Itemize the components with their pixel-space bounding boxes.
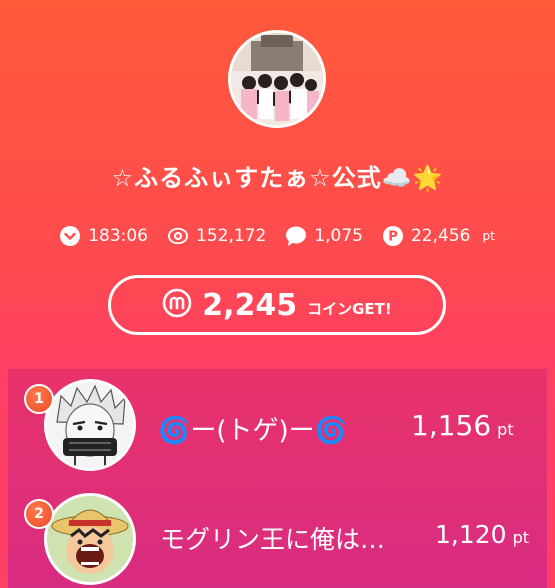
views-icon xyxy=(168,226,188,246)
ranking-row[interactable]: 2 モグリン王に俺は… 1,120 pt xyxy=(8,485,547,585)
rank-badge: 2 xyxy=(24,499,54,529)
group-photo-image xyxy=(231,33,323,125)
stat-time-value: 183:06 xyxy=(88,226,148,246)
stat-time: 183:06 xyxy=(60,226,148,246)
user-avatar[interactable] xyxy=(44,379,136,471)
user-points: 1,120 pt xyxy=(435,520,529,549)
user-points: 1,156 pt xyxy=(411,409,514,442)
profile-title: ☆ふるふぃすたぁ☆公式☁️🌟 xyxy=(111,164,444,192)
anime-character-image xyxy=(47,382,133,468)
rank-badge: 1 xyxy=(24,384,54,414)
stat-views: 152,172 xyxy=(168,226,266,246)
stat-comments: 1,075 xyxy=(286,226,363,246)
profile-avatar[interactable] xyxy=(228,30,326,128)
coin-amount: 2,245 xyxy=(202,287,298,323)
ranking-list: 1 🌀ー(トゲ)ー🌀 1,156 pt 2 モグリン王に俺は… 1,120 pt xyxy=(8,369,547,588)
ranking-row[interactable]: 1 🌀ー(トゲ)ー🌀 1,156 pt xyxy=(8,369,547,471)
user-name: モグリン王に俺は… xyxy=(160,525,386,554)
svg-text:P: P xyxy=(388,230,398,245)
user-name: 🌀ー(トゲ)ー🌀 xyxy=(158,416,348,446)
points-p-icon: P xyxy=(382,226,403,246)
coin-get-label: コインGET! xyxy=(307,299,392,318)
user-avatar[interactable] xyxy=(44,493,136,585)
stat-points-unit: pt xyxy=(482,229,495,243)
chevron-down-circle-icon xyxy=(60,226,81,246)
stat-points-value: 22,456 xyxy=(410,226,471,246)
stat-points: P 22,456 pt xyxy=(382,226,495,246)
m-coin-icon xyxy=(162,288,192,322)
user-points-unit: pt xyxy=(497,420,514,439)
anime-character-image xyxy=(47,496,133,582)
user-points-unit: pt xyxy=(512,528,530,547)
coin-get-button[interactable]: 2,245 コインGET! xyxy=(108,275,446,335)
comment-bubble-icon xyxy=(286,226,307,246)
user-points-value: 1,120 xyxy=(435,520,507,549)
stats-bar: 183:06 152,172 1,075 P 22,456 pt xyxy=(0,226,555,246)
stat-comments-value: 1,075 xyxy=(314,226,363,246)
stat-views-value: 152,172 xyxy=(196,226,267,246)
user-points-value: 1,156 xyxy=(411,409,492,442)
